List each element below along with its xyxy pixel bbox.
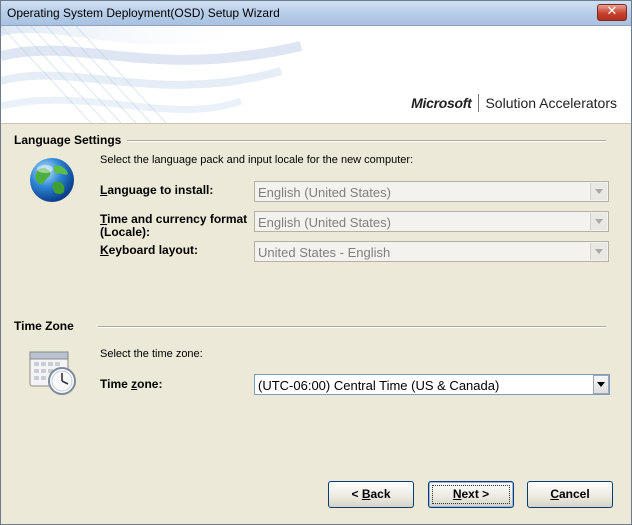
window-title: Operating System Deployment(OSD) Setup W…	[7, 6, 280, 20]
close-icon: ✕	[606, 4, 618, 19]
title-bar[interactable]: Operating System Deployment(OSD) Setup W…	[1, 1, 631, 26]
time-currency-format-value: English (United States)	[258, 215, 391, 230]
logo-divider	[478, 94, 480, 112]
time-zone-value: (UTC-06:00) Central Time (US & Canada)	[258, 378, 500, 393]
back-label-post: ack	[370, 487, 391, 501]
back-button[interactable]: < Back	[328, 481, 414, 508]
time-zone-select[interactable]: (UTC-06:00) Central Time (US & Canada)	[254, 374, 610, 395]
language-settings-title: Language Settings	[14, 133, 122, 147]
language-label-text: anguage to install:	[107, 183, 214, 197]
language-to-install-select[interactable]: English (United States)	[254, 181, 609, 202]
cancel-accel: C	[550, 487, 559, 501]
solution-accelerators-logo: Microsoft Solution Accelerators	[411, 94, 617, 112]
calendar-clock-icon	[29, 351, 76, 395]
next-button[interactable]: Next >	[428, 481, 514, 508]
cancel-button[interactable]: Cancel	[527, 481, 613, 508]
time-zone-divider	[98, 326, 606, 328]
next-label-post: ext >	[461, 487, 490, 501]
keyboard-label-text: eyboard layout:	[108, 243, 199, 257]
keyboard-layout-value: United States - English	[258, 245, 391, 260]
chevron-down-icon[interactable]	[590, 213, 607, 230]
chevron-down-icon[interactable]	[590, 243, 607, 260]
cancel-label-post: ancel	[558, 487, 590, 501]
time-currency-format-label: Time and currency format (Locale):	[100, 213, 247, 239]
language-to-install-label: Language to install:	[100, 184, 213, 197]
wizard-window: Operating System Deployment(OSD) Setup W…	[0, 0, 632, 525]
time-zone-label-post: one:	[137, 377, 163, 391]
product-name: Solution Accelerators	[485, 95, 617, 111]
keyboard-layout-label: Keyboard layout:	[100, 244, 198, 257]
time-currency-label-text: ime and currency format	[107, 212, 248, 226]
header-banner: Microsoft Solution Accelerators	[1, 26, 631, 124]
chevron-down-icon[interactable]	[593, 375, 609, 394]
chevron-down-icon[interactable]	[590, 183, 607, 200]
back-label-pre: <	[351, 487, 362, 501]
time-zone-label: Time zone:	[100, 378, 162, 391]
keyboard-accel: K	[100, 243, 109, 257]
time-zone-title: Time Zone	[14, 319, 74, 333]
time-currency-label-line2: (Locale):	[100, 225, 151, 239]
language-to-install-value: English (United States)	[258, 185, 391, 200]
time-zone-label-pre: Time	[100, 377, 132, 391]
time-currency-format-select[interactable]: English (United States)	[254, 211, 609, 232]
microsoft-wordmark: Microsoft	[411, 95, 472, 111]
close-button[interactable]: ✕	[597, 4, 627, 21]
language-prompt: Select the language pack and input local…	[100, 154, 414, 166]
keyboard-layout-select[interactable]: United States - English	[254, 241, 609, 262]
globe-icon	[30, 158, 74, 202]
language-settings-divider	[127, 140, 606, 142]
time-zone-prompt: Select the time zone:	[100, 348, 203, 360]
